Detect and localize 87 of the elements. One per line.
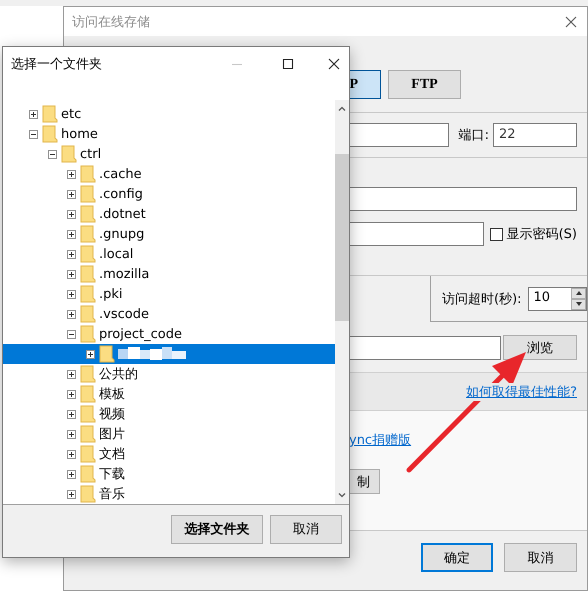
scroll-up-icon[interactable] <box>338 106 346 111</box>
folder-name[interactable]: .pki <box>99 286 123 302</box>
expand-icon[interactable] <box>67 450 76 458</box>
folder-icon <box>80 285 96 303</box>
collapse-icon[interactable] <box>48 150 57 158</box>
folder-name[interactable]: 下载 <box>99 465 125 483</box>
folder-icon <box>80 385 96 403</box>
performance-link[interactable]: 如何取得最佳性能? <box>466 382 577 400</box>
folder-icon <box>80 445 96 463</box>
folder-icon <box>61 145 77 163</box>
expand-icon[interactable] <box>67 390 76 398</box>
scrollbar[interactable] <box>335 100 349 504</box>
expand-icon[interactable] <box>67 250 76 258</box>
folder-name[interactable]: .cache <box>99 166 142 182</box>
window-title: 访问在线存储 <box>72 14 150 30</box>
folder-name[interactable]: project_code <box>99 326 182 342</box>
folder-name[interactable]: 音乐 <box>99 485 125 503</box>
folder-name[interactable]: 公共的 <box>99 365 138 383</box>
donate-link[interactable]: ync捐赠版 <box>349 433 412 448</box>
folder-name[interactable]: 文档 <box>99 445 125 463</box>
folder-icon <box>99 345 115 363</box>
spin-up-button[interactable] <box>571 288 586 298</box>
timeout-value: 10 <box>532 288 552 306</box>
folder-icon <box>80 425 96 443</box>
collapse-icon[interactable] <box>29 130 38 138</box>
folder-name[interactable]: ctrl <box>80 146 102 162</box>
folder-name[interactable]: 视频 <box>99 405 125 423</box>
show-password-checkbox[interactable] <box>490 228 503 240</box>
folder-name[interactable]: .dotnet <box>99 206 146 222</box>
folder-icon <box>80 465 96 483</box>
port-field[interactable]: 22 <box>493 123 577 147</box>
expand-icon[interactable] <box>67 430 76 438</box>
maximize-icon[interactable] <box>282 58 294 70</box>
folder-icon <box>80 305 96 323</box>
folder-name[interactable]: .gnupg <box>99 226 144 242</box>
expand-icon[interactable] <box>67 470 76 478</box>
folder-name[interactable]: 模板 <box>99 385 125 403</box>
browse-button[interactable]: 浏览 <box>503 335 577 360</box>
selected-row-highlight[interactable] <box>3 344 335 364</box>
folder-icon <box>80 205 96 223</box>
folder-name[interactable]: etc <box>61 106 82 122</box>
folder-icon <box>80 485 96 503</box>
folder-icon <box>80 325 96 343</box>
folder-name[interactable]: home <box>61 126 98 142</box>
expand-icon[interactable] <box>29 110 38 118</box>
spin-down-button[interactable] <box>571 298 586 310</box>
expand-icon[interactable] <box>67 210 76 218</box>
expand-icon[interactable] <box>67 370 76 378</box>
expand-icon[interactable] <box>67 270 76 278</box>
folder-icon <box>80 405 96 423</box>
up-arrow-icon <box>574 290 582 296</box>
close-icon[interactable] <box>565 16 577 28</box>
folder-icon <box>42 125 58 143</box>
down-arrow-icon <box>574 301 582 307</box>
expand-icon[interactable] <box>67 310 76 318</box>
expand-icon[interactable] <box>86 350 95 358</box>
scroll-down-icon[interactable] <box>338 493 346 498</box>
timeout-spinner[interactable]: 10 <box>528 286 587 310</box>
timeout-label: 访问超时(秒): <box>442 290 522 308</box>
folder-icon <box>80 245 96 263</box>
expand-icon[interactable] <box>67 230 76 238</box>
folder-icon <box>80 185 96 203</box>
ok-button[interactable]: 确定 <box>421 543 493 572</box>
folder-icon <box>80 225 96 243</box>
cancel-button[interactable]: 取消 <box>270 514 342 544</box>
folder-name[interactable]: .local <box>99 246 134 262</box>
expand-icon[interactable] <box>67 190 76 198</box>
close-icon[interactable] <box>328 58 340 70</box>
expand-icon[interactable] <box>67 170 76 178</box>
folder-name[interactable]: .config <box>99 186 143 202</box>
folder-icon <box>80 365 96 383</box>
collapse-icon[interactable] <box>67 330 76 338</box>
folder-icon <box>80 165 96 183</box>
folder-name[interactable]: .mozilla <box>99 266 150 282</box>
folder-icon <box>80 265 96 283</box>
select-folder-button[interactable]: 选择文件夹 <box>171 514 263 544</box>
folder-name[interactable]: 图片 <box>99 425 125 443</box>
folder-icon <box>42 105 58 123</box>
checkbox-label: 显示密码(S) <box>506 226 577 243</box>
expand-icon[interactable] <box>67 290 76 298</box>
folder-name[interactable]: .vscode <box>99 306 149 322</box>
protocol-tab[interactable]: FTP <box>388 70 461 99</box>
cancel-button[interactable]: 取消 <box>504 543 577 572</box>
expand-icon[interactable] <box>67 410 76 418</box>
port-label: 端口: <box>458 127 489 144</box>
window-title: 选择一个文件夹 <box>11 56 103 72</box>
expand-icon[interactable] <box>67 490 76 498</box>
